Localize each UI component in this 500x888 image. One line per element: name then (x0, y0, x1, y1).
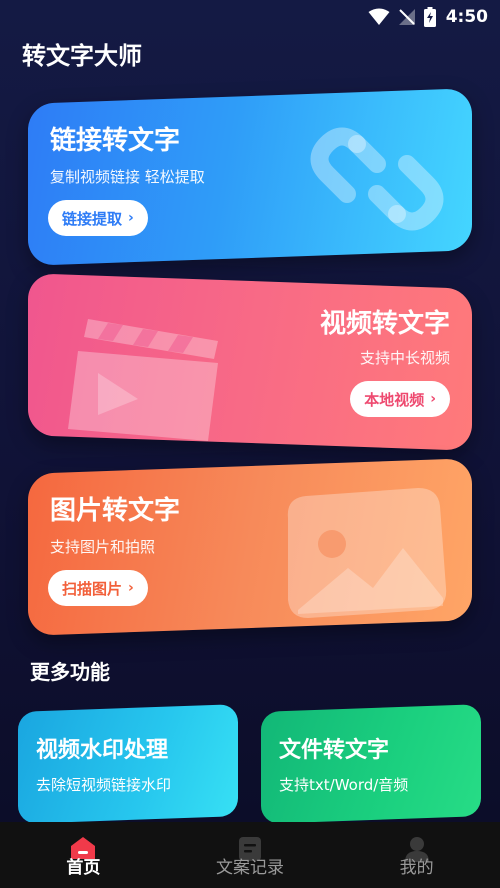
image-icon (287, 488, 447, 618)
nav-label-home: 首页 (66, 858, 101, 878)
app-title: 转文字大师 (22, 42, 142, 70)
nav-item-records[interactable]: 文案记录 (167, 822, 333, 888)
battery-charging-icon (423, 7, 436, 27)
link-extract-label: 链接提取 (62, 209, 123, 228)
nav-label-profile: 我的 (399, 858, 434, 878)
wifi-icon (368, 8, 390, 26)
status-time: 4:50 (445, 7, 488, 27)
chevron-right-icon: › (128, 210, 134, 226)
link-icon (310, 127, 444, 231)
link-card-subtitle: 复制视频链接 轻松提取 (50, 168, 205, 186)
file-to-text-card[interactable]: 文件转文字 支持txt/Word/音频 (261, 704, 481, 824)
video-card-title: 视频转文字 (319, 309, 450, 339)
scan-image-label: 扫描图片 (62, 579, 123, 598)
no-signal-icon (398, 8, 416, 26)
nav-item-profile[interactable]: 我的 (334, 822, 500, 888)
clapperboard-icon (68, 319, 218, 441)
watermark-card-subtitle: 去除短视频链接水印 (36, 776, 172, 794)
scan-image-button[interactable]: 扫描图片 › (48, 570, 148, 606)
image-card-subtitle: 支持图片和拍照 (50, 538, 156, 556)
nav-label-records: 文案记录 (215, 858, 284, 878)
link-extract-button[interactable]: 链接提取 › (48, 200, 148, 236)
watermark-removal-card[interactable]: 视频水印处理 去除短视频链接水印 (18, 704, 238, 824)
chevron-right-icon: › (128, 580, 134, 596)
bottom-nav: 首页 文案记录 我的 (0, 822, 500, 888)
chevron-right-icon: › (430, 391, 436, 407)
video-to-text-card[interactable]: 视频转文字 支持中长视频 本地视频 › (28, 273, 472, 451)
file-card-subtitle: 支持txt/Word/音频 (279, 776, 409, 794)
local-video-button[interactable]: 本地视频 › (350, 381, 450, 417)
link-card-title: 链接转文字 (50, 126, 181, 156)
status-bar: 4:50 (0, 0, 500, 34)
nav-item-home[interactable]: 首页 (0, 822, 166, 888)
more-features-title: 更多功能 (30, 660, 110, 684)
local-video-label: 本地视频 (364, 390, 425, 409)
link-to-text-card[interactable]: 链接转文字 复制视频链接 轻松提取 链接提取 › (28, 88, 472, 266)
video-card-subtitle: 支持中长视频 (359, 349, 450, 367)
image-card-title: 图片转文字 (50, 496, 181, 526)
file-card-title: 文件转文字 (279, 738, 390, 763)
image-to-text-card[interactable]: 图片转文字 支持图片和拍照 扫描图片 › (28, 458, 472, 636)
watermark-card-title: 视频水印处理 (36, 738, 169, 763)
